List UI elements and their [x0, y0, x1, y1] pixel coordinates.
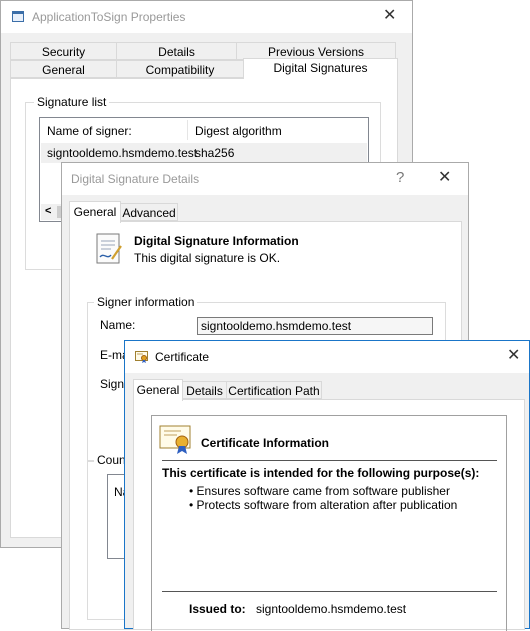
purpose-item: • Protects software from alteration afte… — [189, 498, 458, 512]
properties-title: ApplicationToSign Properties — [32, 10, 186, 24]
tab-details[interactable]: Details — [182, 381, 227, 399]
tab-general[interactable]: General — [133, 379, 183, 401]
close-icon[interactable]: ✕ — [383, 7, 396, 25]
purpose-heading: This certificate is intended for the fol… — [162, 466, 480, 480]
issued-divider — [162, 591, 497, 592]
certificate-badge-icon — [159, 425, 193, 455]
tab-advanced[interactable]: Advanced — [120, 203, 178, 221]
tab-digital-signatures[interactable]: Digital Signatures — [243, 58, 398, 79]
signature-document-icon — [95, 232, 123, 265]
column-header-digest[interactable]: Digest algorithm — [195, 124, 282, 138]
digest-cell: sha256 — [195, 146, 235, 160]
heading-divider — [162, 460, 497, 461]
close-icon[interactable]: ✕ — [507, 347, 520, 365]
issued-to-value: signtooldemo.hsmdemo.test — [256, 602, 407, 616]
column-header-signer[interactable]: Name of signer: — [47, 124, 132, 138]
issued-to-label: Issued to: — [189, 602, 246, 616]
signer-information-label: Signer information — [94, 295, 198, 309]
tab-security[interactable]: Security — [10, 42, 117, 60]
purpose-item: • Ensures software came from software pu… — [189, 484, 450, 498]
tab-general[interactable]: General — [69, 201, 121, 223]
tab-details[interactable]: Details — [116, 42, 237, 60]
signer-name-field[interactable]: signtooldemo.hsmdemo.test — [197, 317, 433, 335]
certificate-info-heading: Certificate Information — [201, 436, 330, 450]
signer-cell: signtooldemo.hsmdemo.test — [47, 146, 198, 160]
signature-list-label: Signature list — [34, 95, 110, 109]
name-label: Name: — [100, 318, 136, 332]
tab-compatibility[interactable]: Compatibility — [116, 60, 244, 78]
help-icon[interactable]: ? — [396, 169, 404, 187]
table-row[interactable]: signtooldemo.hsmdemo.test sha256 — [41, 143, 367, 163]
tab-general[interactable]: General — [10, 60, 117, 78]
details-title: Digital Signature Details — [71, 172, 200, 186]
details-titlebar[interactable]: Digital Signature Details ? ✕ — [62, 163, 468, 195]
scroll-left-icon[interactable]: < — [45, 205, 51, 217]
certificate-title: Certificate — [155, 350, 210, 364]
certificate-info-box: Certificate Information This certificate… — [151, 415, 507, 631]
certificate-tab-panel: Certificate Information This certificate… — [133, 399, 525, 631]
certificate-window: Certificate ✕ General Details Certificat… — [124, 340, 530, 631]
column-divider — [187, 120, 188, 140]
tab-certification-path[interactable]: Certification Path — [226, 381, 322, 399]
info-heading: Digital Signature Information — [134, 234, 299, 248]
certificate-titlebar[interactable]: Certificate ✕ — [125, 341, 529, 373]
certificate-icon — [135, 351, 149, 363]
info-status: This digital signature is OK. — [134, 251, 281, 265]
properties-titlebar[interactable]: ApplicationToSign Properties ✕ — [1, 1, 412, 33]
app-icon — [12, 11, 24, 22]
close-icon[interactable]: ✕ — [438, 169, 451, 187]
